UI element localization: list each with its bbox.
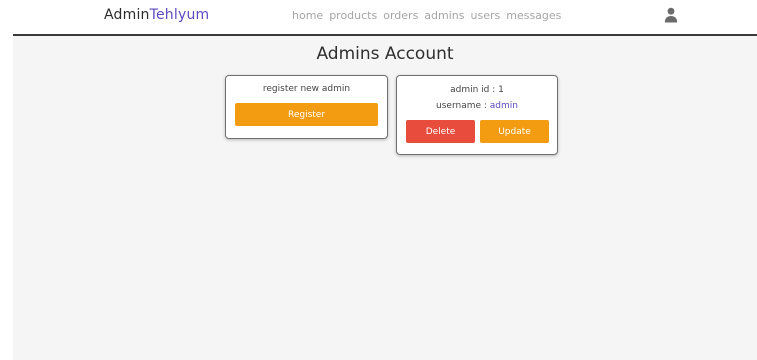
- delete-button[interactable]: Delete: [406, 120, 475, 143]
- admin-id: admin id : 1: [397, 85, 557, 95]
- admin-id-value: 1: [498, 85, 504, 95]
- nav-admins[interactable]: admins: [424, 9, 464, 22]
- nav-home[interactable]: home: [292, 9, 323, 22]
- logo-main: Admin: [104, 7, 150, 23]
- logo[interactable]: AdminTehlyum: [104, 7, 209, 23]
- nav-products[interactable]: products: [329, 9, 377, 22]
- register-button[interactable]: Register: [235, 103, 378, 126]
- admin-username: username : admin: [397, 101, 557, 111]
- nav-orders[interactable]: orders: [383, 9, 418, 22]
- viewport: AdminTehlyum home products orders admins…: [0, 0, 757, 360]
- admin-card: admin id : 1 username : admin Delete Upd…: [396, 75, 558, 155]
- nav-users[interactable]: users: [471, 9, 501, 22]
- user-icon[interactable]: [664, 7, 678, 23]
- logo-accent: Tehlyum: [149, 7, 210, 23]
- main-nav: home products orders admins users messag…: [292, 9, 561, 22]
- register-label: register new admin: [262, 84, 351, 94]
- nav-messages[interactable]: messages: [506, 9, 561, 22]
- page: AdminTehlyum home products orders admins…: [13, 0, 757, 360]
- header: AdminTehlyum home products orders admins…: [13, 0, 757, 36]
- page-title: Admins Account: [316, 44, 454, 64]
- username-label: username :: [436, 101, 490, 111]
- username-value: admin: [489, 101, 518, 111]
- update-button[interactable]: Update: [480, 120, 549, 143]
- register-card: register new admin Register: [225, 75, 388, 139]
- admin-id-label: admin id :: [450, 85, 499, 95]
- user-icon-graphic: [664, 7, 678, 23]
